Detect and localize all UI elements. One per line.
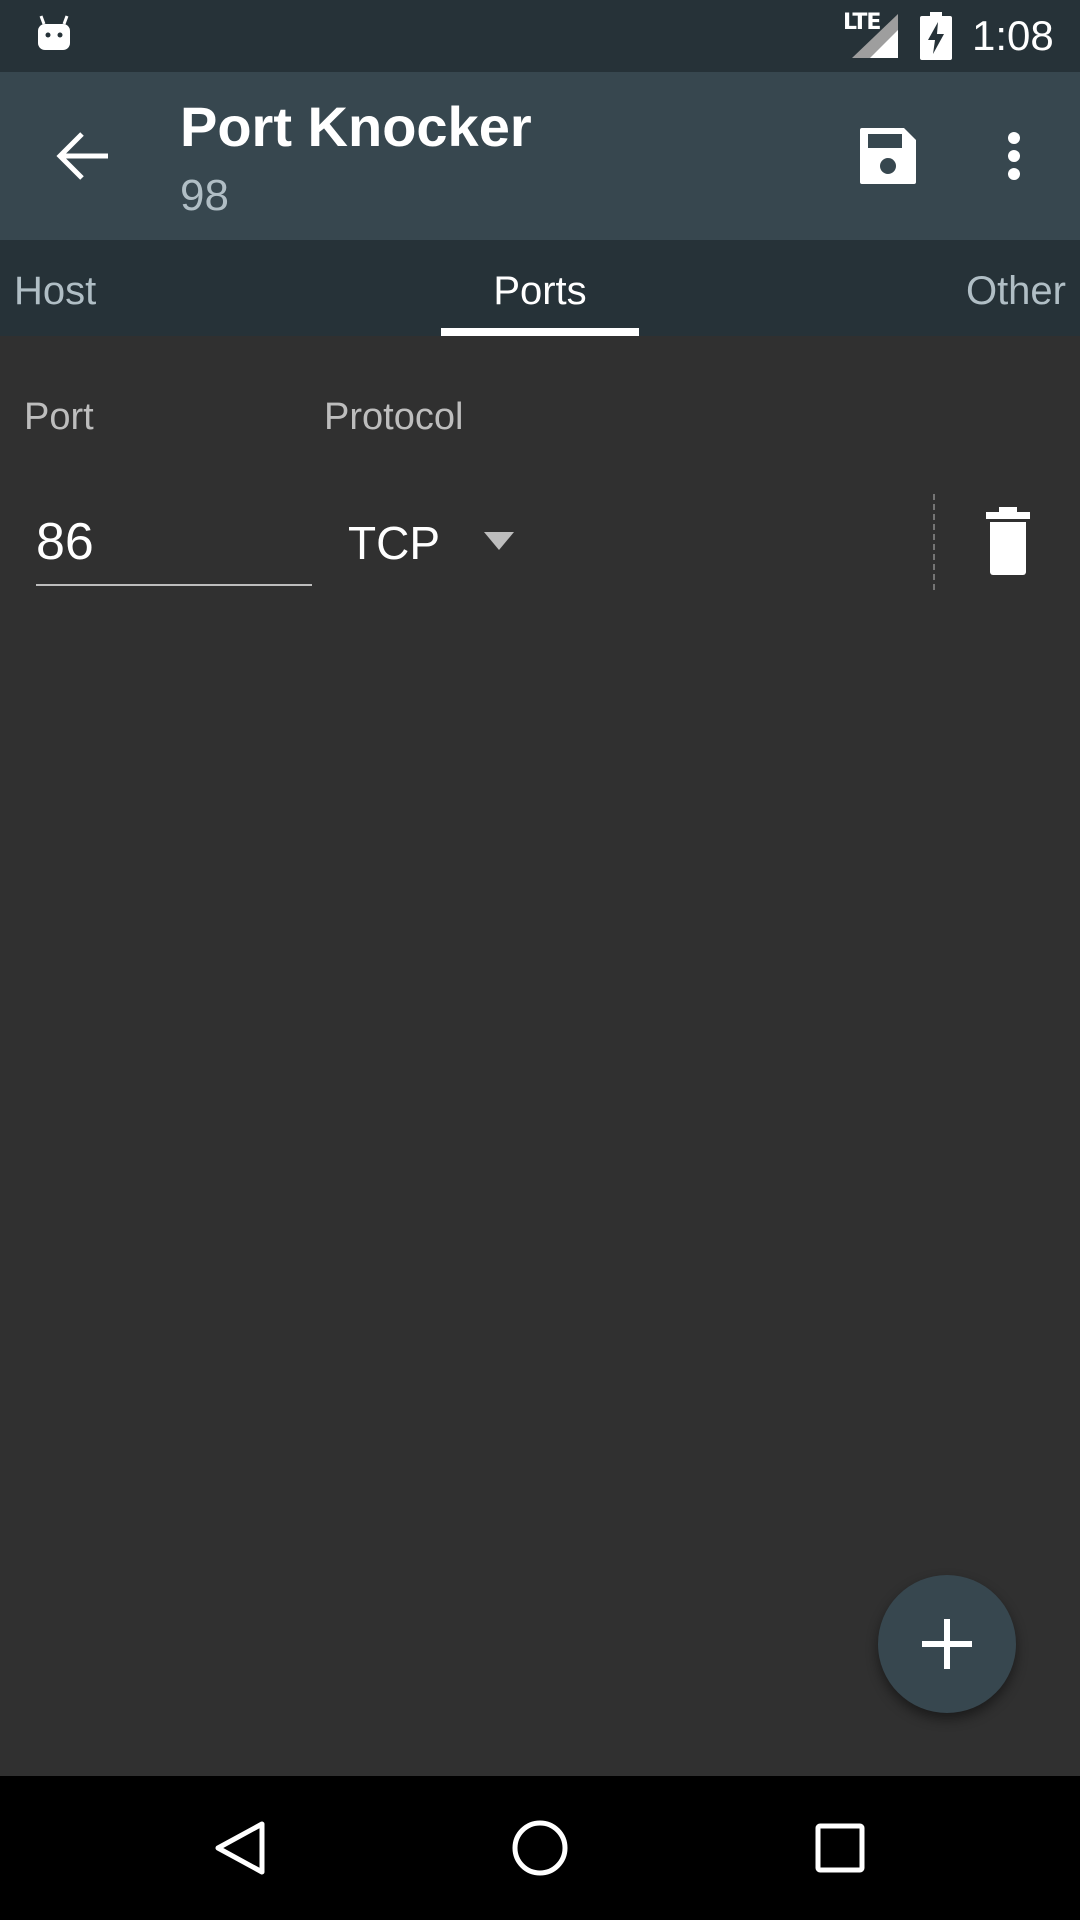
port-input[interactable]: 86 [36, 504, 312, 586]
tab-host-label: Host [14, 269, 97, 313]
protocol-dropdown-value: TCP [348, 517, 440, 569]
system-nav-bar [0, 1776, 1080, 1920]
tab-other[interactable]: Other [880, 240, 1066, 336]
add-port-button[interactable] [878, 1575, 1016, 1713]
battery-charging-icon [920, 12, 952, 60]
save-button[interactable] [848, 116, 928, 196]
protocol-dropdown[interactable]: TCP [348, 508, 538, 578]
nav-home-button[interactable] [510, 1818, 570, 1878]
row-divider [933, 494, 935, 590]
nav-recents-icon [815, 1823, 865, 1873]
port-column-label: Port [24, 396, 94, 438]
nav-back-icon [215, 1821, 265, 1875]
tab-selection-indicator [441, 328, 639, 336]
nav-home-icon [512, 1820, 568, 1876]
signal-icon [852, 14, 898, 58]
app-bar: Port Knocker 98 [0, 72, 1080, 240]
more-vert-icon [1008, 132, 1020, 180]
protocol-column-label: Protocol [324, 396, 464, 438]
port-input-value: 86 [36, 513, 94, 571]
page-subtitle: 98 [180, 171, 229, 220]
status-bar: LTE 1:08 [0, 0, 1080, 72]
android-notification-icon [38, 15, 70, 50]
tab-other-label: Other [965, 269, 1066, 313]
delete-port-button[interactable] [972, 502, 1044, 582]
chevron-down-icon [484, 532, 514, 550]
page-title: Port Knocker [180, 95, 532, 158]
tab-ports[interactable]: Ports [440, 240, 640, 336]
nav-recents-button[interactable] [810, 1818, 870, 1878]
status-clock: 1:08 [972, 12, 1054, 59]
tab-bar: Host Ports Other [0, 240, 1080, 336]
tab-ports-label: Ports [493, 269, 587, 313]
back-button[interactable] [44, 116, 124, 196]
overflow-menu-button[interactable] [978, 116, 1050, 196]
back-arrow-icon [56, 132, 108, 180]
tab-host[interactable]: Host [14, 240, 194, 336]
nav-back-button[interactable] [210, 1818, 270, 1878]
save-icon [860, 128, 916, 184]
plus-icon [922, 1619, 972, 1669]
trash-icon [986, 507, 1030, 575]
